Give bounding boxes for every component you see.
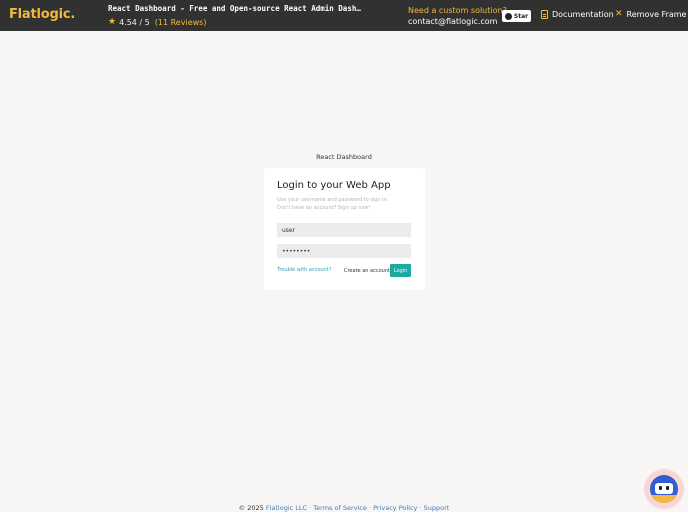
login-title: Login to your Web App <box>277 180 391 191</box>
document-icon <box>541 10 548 19</box>
support-link[interactable]: Support <box>424 504 450 512</box>
separator: · <box>368 504 372 512</box>
remove-frame-button[interactable]: ✕ Remove Frame <box>615 9 687 20</box>
flatlogic-logo[interactable]: Flatlogic. <box>9 7 75 22</box>
contact-email[interactable]: contact@flatlogic.com <box>408 16 507 27</box>
star-icon: ★ <box>108 17 117 27</box>
username-input[interactable] <box>277 223 411 237</box>
app-name: React Dashboard <box>316 153 372 161</box>
rating-value: 4.54 / 5 <box>119 18 150 27</box>
create-account-button[interactable]: Create an account <box>342 265 392 276</box>
subtitle-line-1: Use your username and password to sign i… <box>277 197 389 203</box>
robot-icon <box>650 475 678 503</box>
github-star-button[interactable]: Star <box>502 10 531 22</box>
chat-bot-button[interactable] <box>644 469 684 509</box>
documentation-label: Documentation <box>552 10 614 19</box>
login-card: Login to your Web App Use your username … <box>264 168 425 290</box>
remove-frame-label: Remove Frame <box>626 10 687 19</box>
robot-eye <box>659 486 662 490</box>
need-custom-text: Need a custom solution? <box>408 6 507 15</box>
product-title[interactable]: React Dashboard - Free and Open-source R… <box>108 3 364 15</box>
github-icon <box>504 12 512 20</box>
password-input[interactable] <box>277 244 411 258</box>
trouble-link[interactable]: Trouble with account? <box>277 267 332 273</box>
product-info: React Dashboard - Free and Open-source R… <box>108 3 368 28</box>
login-button[interactable]: Login <box>390 264 411 277</box>
top-bar: Flatlogic. React Dashboard - Free and Op… <box>0 0 688 31</box>
reviews-link[interactable]: (11 Reviews) <box>155 17 207 28</box>
robot-eye <box>666 486 669 490</box>
close-icon: ✕ <box>615 9 623 19</box>
robot-face <box>655 483 673 494</box>
privacy-link[interactable]: Privacy Policy <box>373 504 417 512</box>
login-subtitle: Use your username and password to sign i… <box>277 196 388 212</box>
separator: · <box>419 504 422 512</box>
company-link[interactable]: Flatlogic LLC <box>266 504 307 512</box>
rating: ★ 4.54 / 5 (11 Reviews) <box>108 17 368 28</box>
star-label: Star <box>513 12 529 20</box>
custom-solution: Need a custom solution? contact@flatlogi… <box>408 5 507 27</box>
copyright: © 2025 <box>238 504 264 512</box>
documentation-link[interactable]: Documentation <box>541 10 614 19</box>
robot-body <box>650 495 678 503</box>
separator: · <box>309 504 312 512</box>
terms-link[interactable]: Terms of Service <box>313 504 367 512</box>
footer: © 2025 Flatlogic LLC · Terms of Service … <box>0 504 688 512</box>
subtitle-line-2: Don't have an account? Sign up now! <box>277 205 371 211</box>
